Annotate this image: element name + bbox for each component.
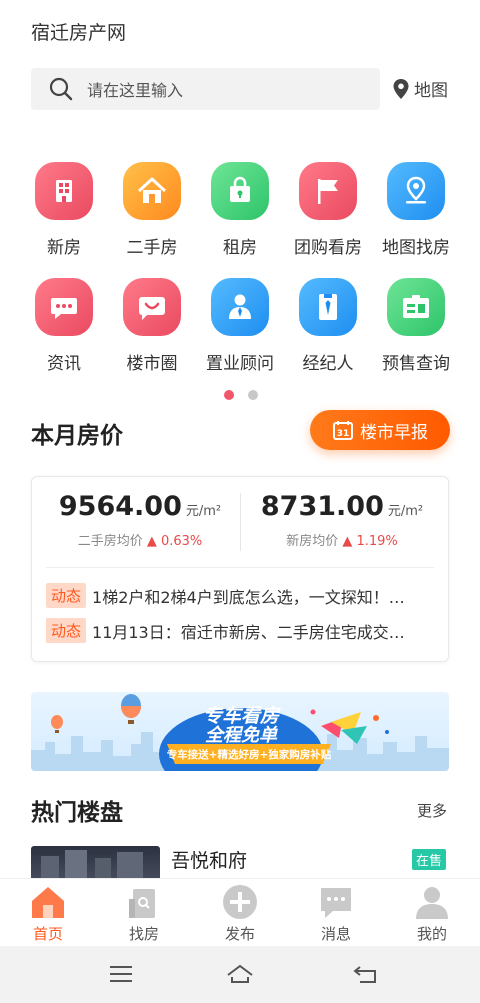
grid-label: 二手房	[126, 238, 178, 258]
market-report-button[interactable]: 31 楼市早报	[310, 410, 450, 450]
search-placeholder: 请在这里输入	[87, 81, 184, 100]
news-item[interactable]: 动态 11月13日：宿迁市新房、二手房住宅成交…	[46, 618, 436, 643]
tab-publish[interactable]: 发布	[192, 879, 288, 946]
banner-headline-1: 专车看房	[203, 705, 281, 727]
house-icon	[123, 162, 181, 220]
grid-label: 团购看房	[294, 238, 362, 258]
chat-icon	[35, 278, 93, 336]
banner-ribbon: 专车接送+精选好房+独家购房补贴	[167, 748, 332, 761]
up-arrow-icon: ▲	[342, 534, 353, 549]
home-nav-icon[interactable]	[226, 963, 254, 985]
news-text: 1梯2户和2梯4户到底怎么选，一文探知！…	[92, 587, 405, 607]
flag-icon	[299, 162, 357, 220]
tab-messages[interactable]: 消息	[288, 879, 384, 946]
search-icon	[49, 77, 73, 101]
grid-label: 楼市圈	[126, 354, 178, 374]
status-badge: 在售	[412, 849, 447, 870]
grid-label: 地图找房	[382, 238, 450, 258]
grid-item-news[interactable]: 资讯	[20, 278, 108, 374]
grid-item-new-house[interactable]: 新房	[20, 162, 108, 258]
tab-profile[interactable]: 我的	[384, 879, 480, 946]
section-title-monthly-price: 本月房价	[31, 423, 123, 449]
new-house-price-label: 新房均价	[286, 534, 339, 549]
grid-item-community[interactable]: 楼市圈	[108, 278, 196, 374]
map-label: 地图	[414, 81, 448, 101]
grid-label: 置业顾问	[206, 354, 274, 374]
news-tag: 动态	[46, 583, 87, 608]
new-house-change: 1.19%	[356, 534, 398, 549]
tab-find-house[interactable]: 找房	[96, 879, 192, 946]
promo-banner[interactable]: 专车看房 全程免单 专车接送+精选好房+独家购房补贴	[31, 692, 449, 771]
second-hand-price: 9564.00 元/m² 二手房均价 ▲ 0.63%	[40, 491, 240, 549]
agent-icon	[299, 278, 357, 336]
second-hand-price-label: 二手房均价	[77, 534, 143, 549]
search-input[interactable]: 请在这里输入	[31, 68, 380, 110]
grid-label: 租房	[223, 238, 257, 258]
system-nav-bar	[0, 946, 480, 1003]
user-icon	[416, 887, 448, 919]
location-pin-icon	[393, 78, 409, 99]
bag-icon	[211, 162, 269, 220]
quick-entry-grid: 新房 二手房 租房 团购看房 地图找房 资讯 楼市圈 置业顾问 经纪人 预售查询	[20, 162, 468, 374]
page-indicator	[224, 390, 258, 400]
grid-item-presale-query[interactable]: 预售查询	[372, 278, 460, 374]
news-item[interactable]: 动态 1梯2户和2梯4户到底怎么选，一文探知！…	[46, 583, 436, 608]
market-report-label: 楼市早报	[360, 422, 428, 443]
home-icon	[32, 887, 64, 918]
building-icon	[35, 162, 93, 220]
page-dot-active[interactable]	[224, 390, 234, 400]
map-button[interactable]: 地图	[392, 76, 448, 101]
tab-label: 消息	[320, 925, 351, 943]
banner-illustration: 专车看房 全程免单 专车接送+精选好房+独家购房补贴	[31, 694, 449, 771]
tab-home[interactable]: 首页	[0, 879, 96, 946]
news-tag: 动态	[46, 618, 87, 643]
bottom-tab-bar: 首页 找房 发布 消息 我的	[0, 878, 480, 946]
grid-label: 经纪人	[302, 354, 354, 374]
new-house-price: 8731.00 元/m² 新房均价 ▲ 1.19%	[242, 491, 442, 549]
grid-label: 新房	[47, 238, 81, 258]
price-unit: 元/m²	[185, 504, 222, 519]
grid-label: 资讯	[47, 354, 81, 374]
grid-item-group-viewing[interactable]: 团购看房	[284, 162, 372, 258]
banner-headline-2: 全程免单	[205, 725, 278, 746]
id-card-icon	[387, 278, 445, 336]
find-house-icon	[129, 889, 155, 918]
more-link[interactable]: 更多	[417, 800, 447, 821]
section-title-hot: 热门楼盘	[31, 800, 123, 826]
smile-icon	[123, 278, 181, 336]
tab-label: 发布	[224, 925, 255, 943]
back-icon[interactable]	[352, 963, 380, 985]
calendar-icon: 31	[333, 421, 353, 440]
second-hand-change: 0.63%	[160, 534, 203, 549]
tab-label: 首页	[32, 925, 63, 943]
svg-text:31: 31	[337, 429, 350, 439]
up-arrow-icon: ▲	[146, 534, 157, 549]
new-house-price-value: 8731.00	[260, 491, 384, 522]
message-icon	[321, 888, 351, 918]
grid-item-rent[interactable]: 租房	[196, 162, 284, 258]
listing-name[interactable]: 吾悦和府	[171, 846, 247, 873]
divider	[240, 493, 241, 551]
listing-thumbnail[interactable]	[31, 846, 160, 878]
grid-item-map-search[interactable]: 地图找房	[372, 162, 460, 258]
app-title: 宿迁房产网	[31, 22, 127, 44]
grid-label: 预售查询	[382, 354, 450, 374]
price-unit: 元/m²	[387, 504, 424, 519]
price-card: 9564.00 元/m² 二手房均价 ▲ 0.63% 8731.00 元/m² 新房…	[31, 476, 449, 662]
page-dot[interactable]	[248, 390, 258, 400]
news-text: 11月13日：宿迁市新房、二手房住宅成交…	[92, 622, 405, 642]
second-hand-price-value: 9564.00	[58, 491, 182, 522]
tab-label: 我的	[416, 925, 447, 943]
divider	[46, 567, 434, 568]
plus-icon	[223, 885, 257, 919]
location-icon	[387, 162, 445, 220]
grid-item-consultant[interactable]: 置业顾问	[196, 278, 284, 374]
menu-icon[interactable]	[107, 963, 135, 985]
grid-item-second-hand[interactable]: 二手房	[108, 162, 196, 258]
grid-item-agent[interactable]: 经纪人	[284, 278, 372, 374]
tab-label: 找房	[128, 925, 159, 943]
consultant-icon	[211, 278, 269, 336]
